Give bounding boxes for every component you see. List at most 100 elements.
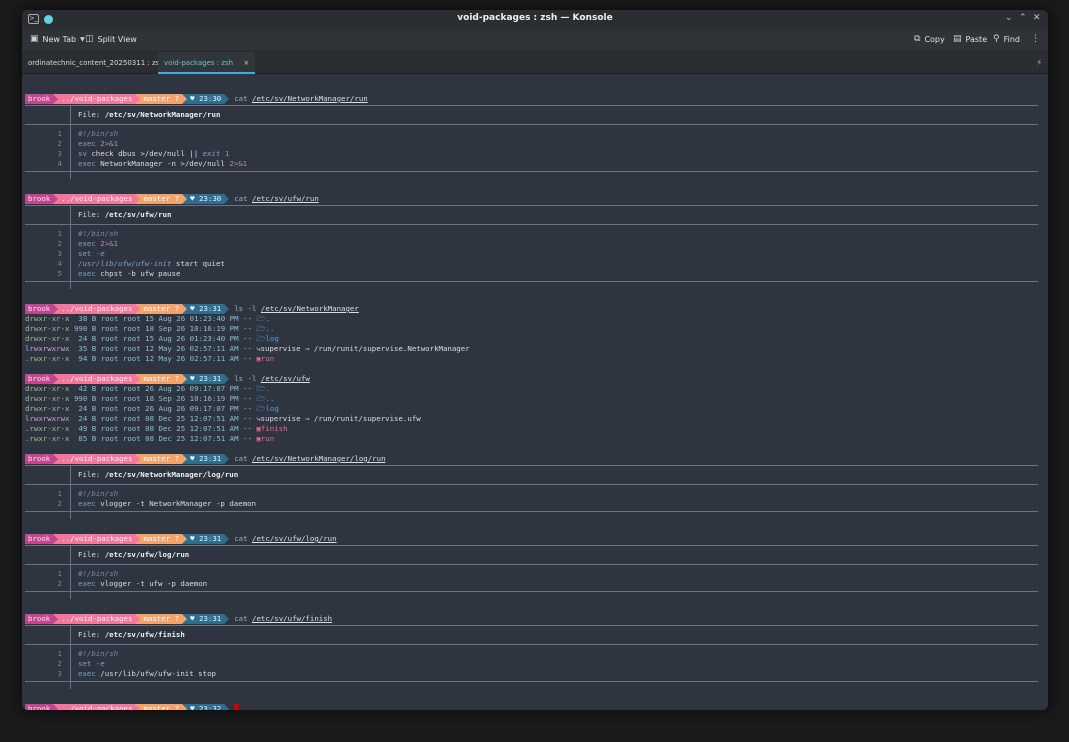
line-number: 1 <box>22 569 62 579</box>
command-name: cat <box>234 454 248 463</box>
terminal-view[interactable]: brook ../void-packages master ? ♥ 23:30 cat … <box>22 75 1048 710</box>
bat-rule <box>25 625 1038 626</box>
find-button[interactable]: ⚲ Find <box>993 34 1020 44</box>
prompt-user: brook <box>25 614 54 624</box>
prompt-time-value: 23:30 <box>198 94 222 103</box>
ls-row: drwxr-xr-x 24 B root root 26 Aug 26 09:1… <box>25 404 279 414</box>
ls-filename[interactable]: log <box>266 404 279 413</box>
tab-label: ordinatechnic_content_20250311 : zsh <box>28 59 164 67</box>
ls-filename[interactable]: . <box>266 314 270 323</box>
command-name: cat <box>234 534 248 543</box>
tab-void-packages[interactable]: void-packages : zsh × <box>158 52 256 74</box>
maximize-icon[interactable]: ⌃ <box>1019 13 1027 23</box>
ls-filename[interactable]: run <box>261 354 274 363</box>
code-text: set -e <box>78 659 105 668</box>
command-argument[interactable]: /etc/sv/ufw <box>261 374 310 383</box>
ls-metadata: 49 B root root 08 Dec 25 12:07:51 AM -- <box>69 424 257 433</box>
bat-rule <box>25 281 1038 282</box>
folder-icon: 🗁 <box>256 314 266 323</box>
bat-rule <box>25 644 1038 645</box>
code-line: #!/bin/sh <box>78 569 118 579</box>
prompt-separator <box>224 534 230 544</box>
bat-rule <box>25 564 1038 565</box>
prompt-separator <box>224 194 230 204</box>
minimize-icon[interactable]: ⌄ <box>1005 13 1013 23</box>
line-number: 4 <box>22 159 62 169</box>
new-tab-button[interactable]: ▣ New Tab ▼ <box>30 34 85 44</box>
prompt-time-value: 23:31 <box>198 304 222 313</box>
file-header-label: File: <box>78 470 105 479</box>
ls-filename[interactable]: finish <box>261 424 288 433</box>
heart-icon: ♥ <box>190 304 195 313</box>
menu-button[interactable]: ⋮ <box>1031 34 1040 44</box>
prompt-separator <box>224 454 230 464</box>
line-number: 3 <box>22 149 62 159</box>
line-number-value: 2 <box>57 239 62 248</box>
code-text: exec vlogger -t ufw -p daemon <box>78 579 208 588</box>
bat-rule <box>25 205 1038 206</box>
ls-permissions: .rwxr-xr-x <box>25 354 70 363</box>
line-number-value: 3 <box>57 669 62 678</box>
tab-close-icon[interactable]: × <box>243 59 249 67</box>
line-number-value: 3 <box>57 149 62 158</box>
ls-row: drwxr-xr-x 990 B root root 18 Sep 26 10:… <box>25 324 274 334</box>
ls-filename[interactable]: .. <box>266 394 275 403</box>
command-argument[interactable]: /etc/sv/NetworkManager <box>261 304 359 313</box>
heart-icon: ♥ <box>190 374 195 383</box>
prompt-user: brook <box>25 534 54 544</box>
chevron-down-icon[interactable]: ▼ <box>80 36 85 43</box>
command-argument[interactable]: /etc/sv/ufw/log/run <box>252 534 337 543</box>
code-line: #!/bin/sh <box>78 129 118 139</box>
bat-rule <box>25 105 1038 106</box>
new-tab-flash-icon[interactable]: ⚡ <box>1036 58 1042 67</box>
paste-button[interactable]: ▤ Paste <box>953 34 987 44</box>
command-argument[interactable]: /etc/sv/ufw/finish <box>252 614 332 623</box>
ls-metadata: 35 B root root 12 May 26 02:57:11 AM -- <box>69 344 257 353</box>
prompt-time: ♥ 23:31 <box>187 614 225 624</box>
ls-metadata: 990 B root root 18 Sep 26 10:16:19 PM -- <box>69 394 257 403</box>
prompt-separator <box>224 374 230 384</box>
prompt-time: ♥ 23:32 <box>187 704 225 710</box>
code-text: exec 2>&1 <box>78 139 119 148</box>
prompt-time-value: 23:32 <box>198 704 222 710</box>
prompt-user: brook <box>25 194 54 204</box>
ls-filename[interactable]: run <box>261 434 274 443</box>
prompt-user: brook <box>25 454 54 464</box>
ls-row: .rwxr-xr-x 49 B root root 08 Dec 25 12:0… <box>25 424 288 434</box>
line-number-value: 1 <box>57 649 62 658</box>
prompt-git-branch: master ? <box>140 194 183 204</box>
prompt-git-branch: master ? <box>140 534 183 544</box>
heart-icon: ♥ <box>190 534 195 543</box>
ls-row: lrwxrwxrwx 24 B root root 08 Dec 25 12:0… <box>25 414 421 424</box>
close-window-icon[interactable]: ✕ <box>1033 13 1041 23</box>
new-tab-label: New Tab <box>42 34 77 44</box>
file-header-path: /etc/sv/ufw/log/run <box>104 550 190 559</box>
ls-filename[interactable]: .. <box>266 324 275 333</box>
split-view-button[interactable]: ◫ Split View <box>85 34 137 44</box>
line-number-value: 3 <box>57 249 62 258</box>
code-text: #!/bin/sh <box>78 129 119 138</box>
ls-filename[interactable]: . <box>266 384 270 393</box>
prompt-line: brook ../void-packages master ? ♥ 23:30 cat … <box>25 94 368 104</box>
code-text: exec /usr/lib/ufw/ufw-init stop <box>78 669 216 678</box>
code-line: set -e <box>78 659 105 669</box>
line-number: 2 <box>22 499 62 509</box>
ls-filename[interactable]: supervise ⇒ /run/runit/supervise.ufw <box>261 414 421 423</box>
line-number: 5 <box>22 269 62 279</box>
ls-metadata: 38 B root root 15 Aug 26 01:23:40 PM -- <box>69 314 257 323</box>
prompt-time: ♥ 23:31 <box>187 374 225 384</box>
command-argument[interactable]: /etc/sv/ufw/run <box>252 194 319 203</box>
line-number-value: 1 <box>57 489 62 498</box>
copy-button[interactable]: ⧉ Copy <box>914 34 945 44</box>
prompt-time: ♥ 23:30 <box>187 94 225 104</box>
code-text: sv check dbus >/dev/null || exit 1 <box>78 149 230 158</box>
command-argument[interactable]: /etc/sv/NetworkManager/log/run <box>252 454 386 463</box>
line-number: 3 <box>22 669 62 679</box>
ls-filename[interactable]: log <box>266 334 279 343</box>
line-number: 4 <box>22 259 62 269</box>
code-line: set -e <box>78 249 105 259</box>
command-argument[interactable]: /etc/sv/NetworkManager/run <box>252 94 368 103</box>
prompt-separator <box>224 304 230 314</box>
ls-filename[interactable]: supervise ⇒ /run/runit/supervise.Network… <box>261 344 470 353</box>
file-header-label: File: <box>78 110 105 119</box>
